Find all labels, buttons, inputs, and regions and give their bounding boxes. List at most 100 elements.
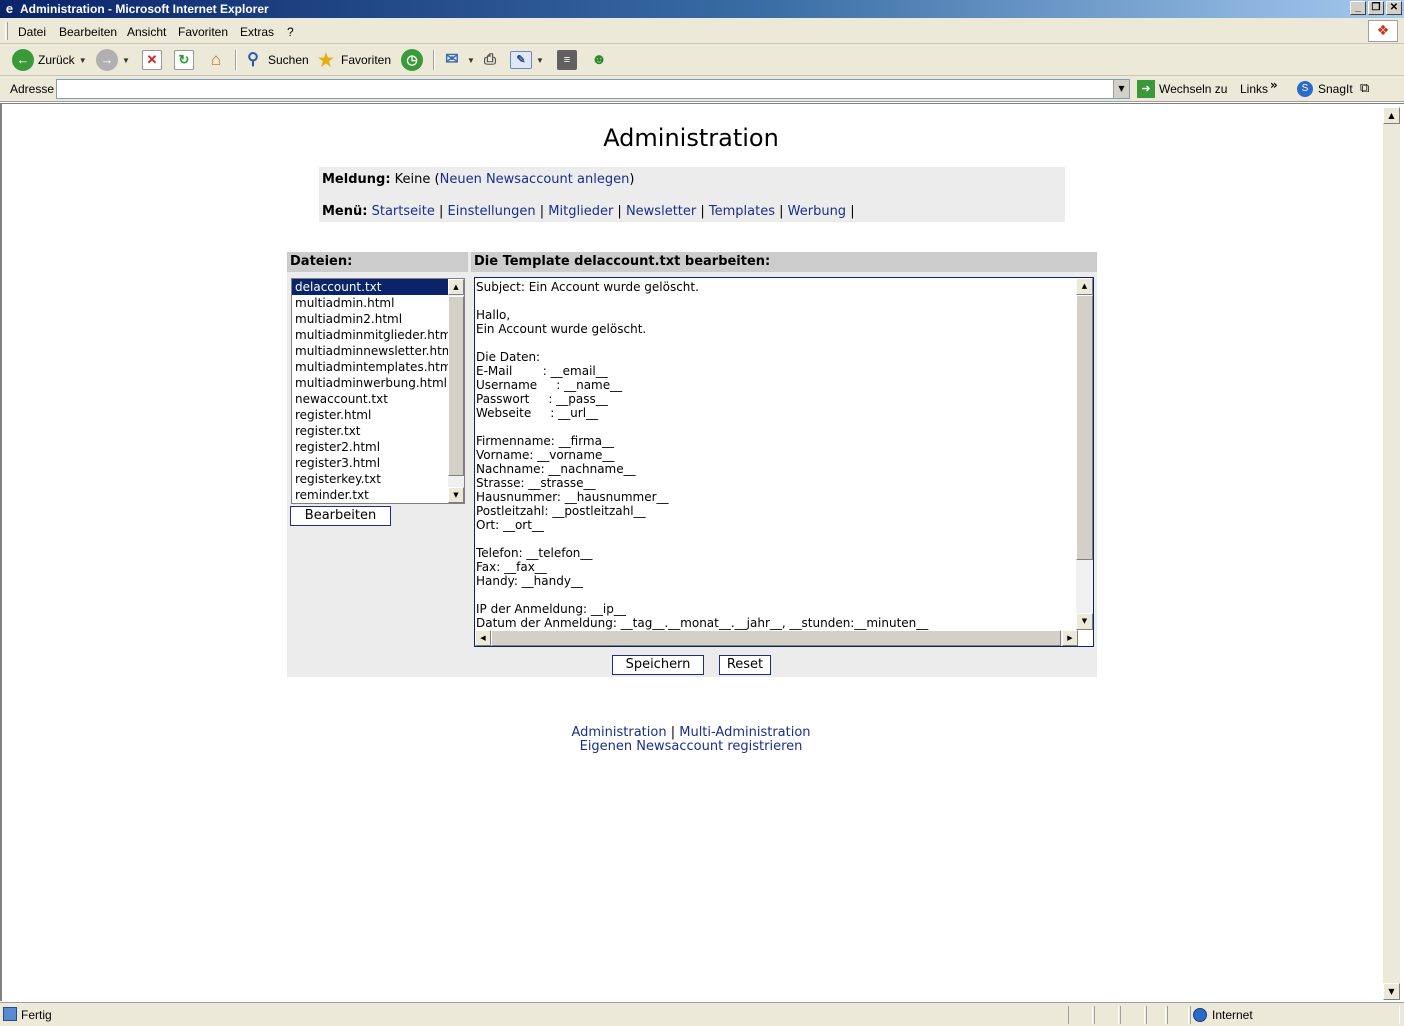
menu-ansicht[interactable]: Ansicht [127,25,166,39]
scroll-left-icon[interactable]: ◀ [475,630,491,646]
refresh-button[interactable]: ↻ [174,47,194,73]
file-list-item[interactable]: register2.html [292,439,464,455]
reset-button[interactable]: Reset [719,655,771,675]
scroll-thumb[interactable] [1076,295,1093,560]
file-list-item[interactable]: multiadminnewsletter.html [292,343,464,359]
file-list-item[interactable]: delaccount.txt [292,279,464,295]
chevron-right-icon[interactable]: » [1270,78,1278,92]
links-label[interactable]: Links [1240,82,1268,96]
new-newsaccount-link[interactable]: Neuen Newsaccount anlegen [440,172,630,187]
scroll-thumb[interactable] [448,296,464,476]
back-label: Zurück [38,53,75,67]
template-textarea[interactable]: Subject: Ein Account wurde gelöscht. Hal… [474,277,1094,647]
file-listbox[interactable]: delaccount.txt multiadmin.html multiadmi… [291,278,465,504]
go-button[interactable]: ➜ Wechseln zu [1137,79,1227,99]
edit-dropdown-icon[interactable]: ▼ [536,56,544,65]
file-list-item[interactable]: register.txt [292,423,464,439]
file-list-item[interactable]: multiadminmitglieder.html [292,327,464,343]
save-button[interactable]: Speichern [612,655,704,675]
template-text[interactable]: Subject: Ein Account wurde gelöscht. Hal… [476,280,1076,630]
status-cell [1146,1006,1166,1024]
file-list-item[interactable]: multiadmintemplates.html [292,359,464,375]
messenger-button[interactable]: ☻ [588,47,610,73]
favorites-button[interactable]: ★ Favoriten [315,47,391,73]
scroll-up-icon[interactable]: ▲ [1076,278,1093,295]
minimize-button[interactable]: _ [1350,1,1366,15]
mail-dropdown-icon[interactable]: ▼ [467,56,475,65]
stop-button[interactable]: ✕ [142,47,162,73]
edit-button[interactable]: ✎ ▼ [510,47,544,73]
menu-favoriten[interactable]: Favoriten [178,25,228,39]
file-list-item[interactable]: registerkey.txt [292,471,464,487]
menu-link-mitglieder[interactable]: Mitglieder [548,204,613,219]
close-button[interactable]: ✕ [1386,1,1402,15]
star-icon: ★ [317,50,335,70]
file-list-item[interactable]: reminder.txt [292,487,464,503]
file-list-item[interactable]: newaccount.txt [292,391,464,407]
forward-dropdown-icon[interactable]: ▼ [122,56,130,65]
address-label: Adresse [10,82,55,96]
favorites-label: Favoriten [341,53,392,67]
history-icon: ◷ [401,49,423,71]
snagit-capture-icon[interactable]: ⧉ [1360,81,1369,96]
home-button[interactable]: ⌂ [205,47,227,73]
scroll-down-icon[interactable]: ▼ [448,487,464,503]
editor-header: Die Template delaccount.txt bearbeiten: [471,252,1097,272]
security-zone[interactable]: Internet [1193,1006,1253,1024]
status-cell [1068,1006,1093,1024]
menu-row: Menü: Startseite | Einstellungen | Mitgl… [322,204,855,219]
menu-link-newsletter[interactable]: Newsletter [626,204,696,219]
scroll-down-icon[interactable]: ▼ [1383,983,1400,1000]
edit-template-button[interactable]: Bearbeiten [290,506,391,526]
file-list-item[interactable]: multiadmin2.html [292,311,464,327]
search-icon: ⚲ [247,51,259,68]
toolbar: ← Zurück ▼ → ▼ ✕ ↻ ⌂ ⚲ Suchen ★ Favorite… [0,44,1404,76]
files-header: Dateien: [287,252,468,272]
scroll-thumb[interactable] [491,630,1061,646]
address-dropdown-icon[interactable]: ▼ [1113,80,1129,98]
mail-button[interactable]: ✉ ▼ [441,47,475,73]
footer-link-register[interactable]: Eigenen Newsaccount registrieren [580,739,803,754]
scroll-right-icon[interactable]: ▶ [1062,630,1078,646]
address-input[interactable] [57,80,1107,98]
footer-link-multi-administration[interactable]: Multi-Administration [679,725,810,740]
research-button[interactable]: ≡ [557,47,577,73]
scroll-down-icon[interactable]: ▼ [1076,613,1093,630]
menu-link-einstellungen[interactable]: Einstellungen [448,204,536,219]
file-list-item[interactable]: multiadmin.html [292,295,464,311]
menu-extras[interactable]: Extras [240,25,274,39]
menu-link-templates[interactable]: Templates [709,204,775,219]
back-dropdown-icon[interactable]: ▼ [79,56,87,65]
menu-link-werbung[interactable]: Werbung [788,204,846,219]
maximize-button[interactable]: ❐ [1368,1,1384,15]
menubar-grip[interactable] [5,22,8,40]
file-list-scrollbar[interactable]: ▲ ▼ [448,279,464,503]
menu-help[interactable]: ? [287,25,294,39]
history-button[interactable]: ◷ [401,47,423,73]
address-field[interactable]: ▼ [56,79,1130,99]
snagit-button[interactable]: S SnagIt [1297,79,1353,99]
windows-logo-icon: ❖ [1368,20,1398,42]
research-icon: ≡ [557,50,577,70]
menu-bearbeiten[interactable]: Bearbeiten [59,25,117,39]
snagit-label: SnagIt [1318,82,1353,96]
file-list-item[interactable]: register.html [292,407,464,423]
file-list-item[interactable]: register3.html [292,455,464,471]
textarea-vscrollbar[interactable]: ▲ ▼ [1076,278,1093,630]
title-bar: e Administration - Microsoft Internet Ex… [0,0,1404,18]
mail-icon: ✉ [445,51,459,68]
textarea-hscrollbar[interactable]: ◀ ▶ [475,630,1078,646]
scroll-up-icon[interactable]: ▲ [1383,107,1400,124]
back-button[interactable]: ← Zurück ▼ [12,47,87,73]
edit-page-icon: ✎ [510,51,532,69]
page-scrollbar[interactable]: ▲ ▼ [1383,107,1400,1000]
menu-link-startseite[interactable]: Startseite [372,204,435,219]
print-button[interactable]: ⎙ [479,47,501,73]
search-button[interactable]: ⚲ Suchen [242,47,309,73]
ie-icon[interactable]: e [2,1,17,16]
footer-link-administration[interactable]: Administration [571,725,666,740]
scroll-up-icon[interactable]: ▲ [448,279,464,295]
menu-datei[interactable]: Datei [18,25,46,39]
file-list-item[interactable]: multiadminwerbung.html [292,375,464,391]
forward-button[interactable]: → ▼ [96,47,130,73]
